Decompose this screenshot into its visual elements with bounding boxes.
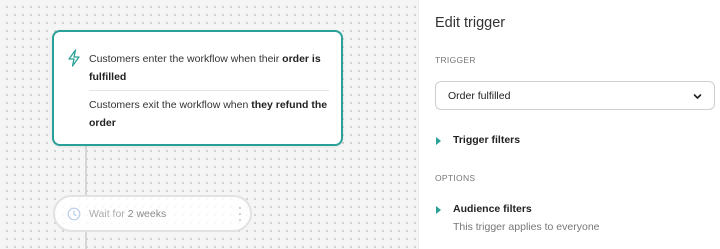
connector-line: [85, 146, 87, 196]
trigger-section-label: TRIGGER: [435, 55, 476, 65]
trigger-enter-condition: Customers enter the workflow when their …: [89, 50, 329, 86]
trigger-exit-condition: Customers exit the workflow when they re…: [89, 96, 329, 132]
panel-title: Edit trigger: [435, 15, 506, 31]
workflow-canvas[interactable]: Customers enter the workflow when their …: [0, 0, 418, 249]
connector-line-bottom: [85, 232, 87, 249]
trigger-exit-text: Customers exit the workflow when: [89, 99, 252, 111]
expand-triangle-icon: [436, 137, 441, 145]
trigger-select[interactable]: Order fulfilled: [435, 81, 715, 110]
trigger-enter-text: Customers enter the workflow when their: [89, 53, 283, 65]
audience-filters-hint: This trigger applies to everyone: [453, 221, 600, 233]
chevron-down-icon: [693, 94, 702, 99]
lightning-bolt-icon: [68, 49, 80, 67]
wait-step-label: Wait for 2 weeks: [89, 207, 166, 221]
options-section-label: OPTIONS: [435, 173, 476, 183]
kebab-menu-icon[interactable]: [238, 207, 242, 221]
clock-icon: [67, 207, 81, 221]
trigger-divider: [89, 90, 329, 91]
trigger-filters-label: Trigger filters: [453, 134, 521, 146]
trigger-card[interactable]: Customers enter the workflow when their …: [52, 30, 343, 146]
wait-prefix: Wait for: [89, 208, 128, 220]
wait-duration: 2 weeks: [127, 208, 167, 220]
wait-step-card[interactable]: Wait for 2 weeks: [53, 195, 252, 232]
audience-filters-label: Audience filters: [453, 203, 532, 215]
edit-trigger-panel: Edit trigger TRIGGER Order fulfilled Tri…: [418, 0, 720, 249]
trigger-select-value: Order fulfilled: [448, 90, 511, 102]
expand-triangle-icon: [436, 206, 441, 214]
